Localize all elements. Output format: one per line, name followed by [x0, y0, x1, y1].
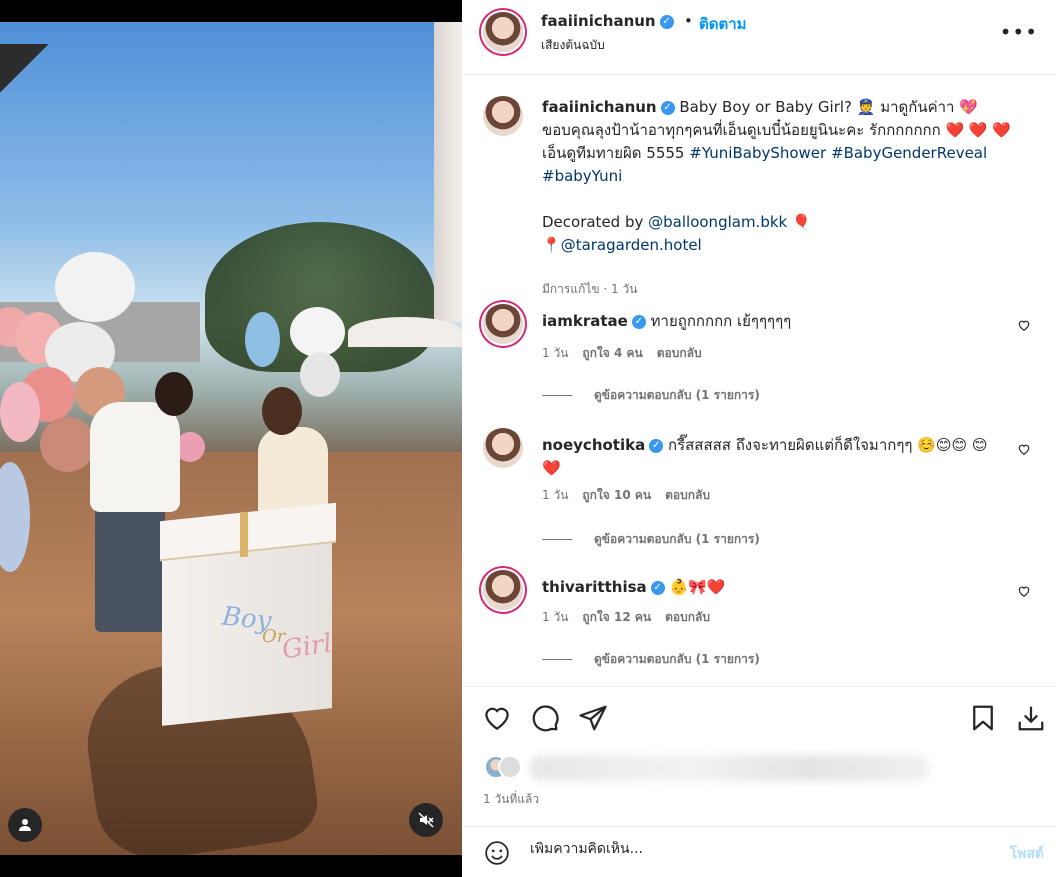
person-head [155, 372, 193, 416]
post-caption: faaiinichanun ✓ Baby Boy or Baby Girl? 👮 … [483, 94, 1043, 304]
comment-likes[interactable]: ถูกใจ 4 คน [582, 346, 642, 360]
comment-meta: 1 วัน ถูกใจ 12 คน ตอบกลับ [542, 608, 724, 627]
separator-dot: • [684, 12, 693, 30]
view-replies-button[interactable]: ดูข้อความตอบกลับ (1 รายการ) [542, 530, 760, 549]
comment-item: thivaritthisa ✓ 👶🎀❤️ 1 วัน ถูกใจ 12 คน ตอบก… [483, 570, 1043, 680]
speaker-muted-icon [418, 812, 434, 828]
add-comment-input[interactable] [530, 841, 970, 857]
hashtag-link[interactable]: #BabyGenderReveal [831, 144, 987, 162]
caption-line-3: เอ็นดูทีมทายผิด 5555 [542, 144, 685, 162]
view-replies-button[interactable]: ดูข้อความตอบกลับ (1 รายการ) [542, 650, 760, 669]
verified-badge-icon: ✓ [650, 580, 665, 595]
tagged-users-button[interactable] [8, 808, 42, 842]
post-actions: 1 วันที่แล้ว [462, 686, 1056, 826]
caption-text: faaiinichanun ✓ Baby Boy or Baby Girl? 👮 … [542, 96, 1022, 257]
person-legs [95, 502, 165, 632]
liker-avatar[interactable] [498, 755, 522, 779]
add-comment-bar: โพสต์ [462, 826, 1056, 877]
mention-link[interactable]: @taragarden.hotel [561, 236, 702, 254]
mute-button[interactable] [409, 803, 443, 837]
hashtag-link[interactable]: #YuniBabyShower [689, 144, 826, 162]
reply-button[interactable]: ตอบกลับ [665, 488, 710, 502]
comment-body: ทายถูกกกกก เย้ๆๆๆๆๆ [650, 312, 792, 330]
balloon [290, 307, 345, 357]
like-comment-heart-icon[interactable] [1017, 442, 1031, 456]
verified-badge-icon: ✓ [649, 438, 664, 453]
commenter-avatar[interactable] [483, 570, 523, 610]
mention-link[interactable]: @balloonglam.bkk [648, 213, 787, 231]
caption-line-2: ขอบคุณลุงป้าน้าอาทุกๆคนที่เอ็นดูเบบี๋น้อ… [542, 121, 1012, 139]
person-head [262, 387, 302, 435]
caption-meta: มีการแก้ไข · 1 วัน [542, 282, 638, 296]
post-time-ago[interactable]: 1 วันที่แล้ว [483, 790, 539, 809]
comment-body: 👶🎀❤️ [669, 578, 726, 596]
balloon [245, 312, 280, 367]
commenter-username[interactable]: iamkratae [542, 312, 628, 330]
gift-ribbon [240, 511, 248, 558]
author-username-text[interactable]: faaiinichanun [541, 12, 656, 30]
share-paper-plane-icon[interactable] [578, 703, 608, 733]
video-frame[interactable]: Boy Or Girl [0, 22, 462, 855]
comment-item: iamkratae ✓ ทายถูกกกกก เย้ๆๆๆๆๆ 1 วัน ถูกใ… [483, 304, 1043, 424]
post-header: faaiinichanun ✓ • ติดตาม เสียงต้นฉบับ ••• [462, 0, 1056, 75]
instagram-post-modal: Boy Or Girl faaiinichanun ✓ • ติดตาม เสีย… [0, 0, 1056, 877]
more-options-button[interactable]: ••• [1000, 20, 1038, 44]
comment-likes[interactable]: ถูกใจ 12 คน [582, 610, 651, 624]
balloon-emoji: 🎈 [792, 213, 811, 231]
comment-text: iamkratae ✓ ทายถูกกกกก เย้ๆๆๆๆๆ [542, 310, 1002, 333]
awning [0, 44, 60, 104]
comment-likes[interactable]: ถูกใจ 10 คน [582, 488, 651, 502]
commenter-avatar[interactable] [483, 304, 523, 344]
emoji-smiley-icon[interactable] [484, 840, 510, 866]
original-audio-link[interactable]: เสียงต้นฉบับ [541, 36, 605, 55]
building-wall [434, 22, 462, 322]
decorated-by-text: Decorated by [542, 213, 644, 231]
commenter-username[interactable]: thivaritthisa [542, 578, 647, 596]
verified-badge-icon: ✓ [660, 100, 675, 115]
balloon [300, 352, 340, 397]
author-username[interactable]: faaiinichanun ✓ [541, 12, 674, 30]
reply-button[interactable]: ตอบกลับ [665, 610, 710, 624]
comment-time[interactable]: 1 วัน [542, 346, 568, 360]
person-man [90, 402, 180, 512]
caption-line-1: Baby Boy or Baby Girl? 👮 มาดูกันค่าา 💖 [679, 98, 978, 116]
like-heart-icon[interactable] [482, 703, 512, 733]
liked-by-blurred [529, 755, 929, 781]
save-bookmark-icon[interactable] [968, 703, 998, 733]
balloon [0, 382, 40, 442]
comment-meta: 1 วัน ถูกใจ 10 คน ตอบกลับ [542, 486, 724, 505]
reply-button[interactable]: ตอบกลับ [657, 346, 702, 360]
like-comment-heart-icon[interactable] [1017, 318, 1031, 332]
view-replies-button[interactable]: ดูข้อความตอบกลับ (1 รายการ) [542, 386, 760, 405]
comment-time[interactable]: 1 วัน [542, 488, 568, 502]
balloon [55, 252, 135, 322]
balloon [40, 417, 95, 472]
download-icon[interactable] [1016, 703, 1046, 733]
comment-meta: 1 วัน ถูกใจ 4 คน ตอบกลับ [542, 344, 716, 363]
commenter-username[interactable]: noeychotika [542, 436, 645, 454]
caption-avatar[interactable] [483, 96, 523, 136]
liked-by-row[interactable] [484, 753, 929, 781]
comment-item: noeychotika ✓ กรี๊สสสสส ถึงจะทายผิดแต่ก็ด… [483, 428, 1043, 568]
post-details-panel: faaiinichanun ✓ • ติดตาม เสียงต้นฉบับ •••… [462, 0, 1056, 877]
patio-umbrella [348, 317, 462, 347]
hashtag-link[interactable]: #babyYuni [542, 167, 622, 185]
user-icon [19, 819, 31, 831]
location-pin-emoji: 📍 [542, 236, 561, 254]
comment-text: noeychotika ✓ กรี๊สสสสส ถึงจะทายผิดแต่ก็ด… [542, 434, 1002, 480]
like-comment-heart-icon[interactable] [1017, 584, 1031, 598]
follow-button[interactable]: ติดตาม [699, 12, 747, 36]
verified-badge-icon: ✓ [631, 314, 646, 329]
comment-time[interactable]: 1 วัน [542, 610, 568, 624]
caption-username[interactable]: faaiinichanun [542, 98, 657, 116]
post-media[interactable]: Boy Or Girl [0, 0, 462, 877]
verified-badge-icon: ✓ [659, 14, 674, 29]
comments-section[interactable]: faaiinichanun ✓ Baby Boy or Baby Girl? 👮 … [462, 76, 1056, 686]
commenter-avatar[interactable] [483, 428, 523, 468]
post-comment-button[interactable]: โพสต์ [1010, 843, 1044, 865]
comment-text: thivaritthisa ✓ 👶🎀❤️ [542, 576, 1002, 599]
author-avatar[interactable] [483, 12, 523, 52]
comment-bubble-icon[interactable] [530, 703, 560, 733]
